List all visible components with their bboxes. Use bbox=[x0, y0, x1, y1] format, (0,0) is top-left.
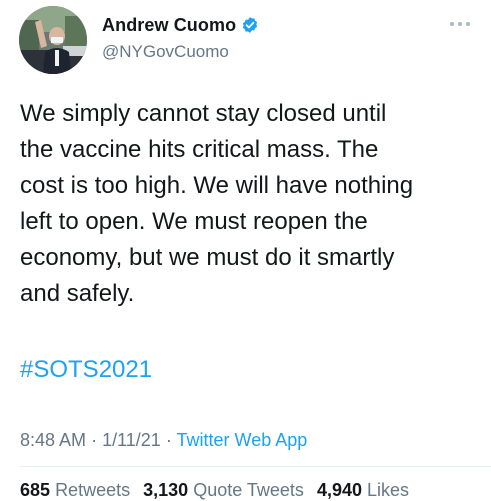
tweet-meta: 8:48 AM · 1/11/21 · Twitter Web App bbox=[20, 430, 307, 451]
quote-tweets-label: Quote Tweets bbox=[193, 480, 304, 500]
more-options-icon[interactable] bbox=[449, 17, 471, 29]
author-display-name[interactable]: Andrew Cuomo bbox=[102, 15, 236, 36]
retweets-label: Retweets bbox=[55, 480, 131, 500]
retweets-count: 685 bbox=[20, 480, 51, 500]
retweets-stat[interactable]: 685 Retweets bbox=[20, 480, 130, 500]
quote-tweets-count: 3,130 bbox=[143, 480, 189, 500]
likes-count: 4,940 bbox=[316, 480, 362, 500]
hashtag-link[interactable]: #SOTS2021 bbox=[20, 352, 152, 388]
likes-label: Likes bbox=[367, 480, 410, 500]
divider bbox=[20, 466, 491, 467]
tweet-stats: 685 Retweets 3,130 Quote Tweets 4,940 Li… bbox=[20, 480, 417, 501]
meta-separator: · bbox=[91, 430, 98, 450]
author-handle[interactable]: @NYGovCuomo bbox=[102, 42, 229, 62]
tweet-source-link[interactable]: Twitter Web App bbox=[177, 430, 308, 450]
tweet-text: We simply cannot stay closed until the v… bbox=[20, 100, 414, 307]
meta-separator: · bbox=[165, 430, 172, 450]
tweet-header: Andrew Cuomo @NYGovCuomo bbox=[0, 0, 491, 80]
profile-photo-icon bbox=[19, 6, 87, 74]
tweet-date[interactable]: 1/11/21 bbox=[102, 430, 161, 450]
quote-tweets-stat[interactable]: 3,130 Quote Tweets bbox=[143, 480, 304, 500]
verified-badge-icon bbox=[241, 16, 259, 34]
author-name-row: Andrew Cuomo bbox=[102, 14, 259, 36]
avatar[interactable] bbox=[19, 6, 87, 74]
tweet-time[interactable]: 8:48 AM bbox=[20, 430, 86, 450]
likes-stat[interactable]: 4,940 Likes bbox=[317, 480, 409, 500]
